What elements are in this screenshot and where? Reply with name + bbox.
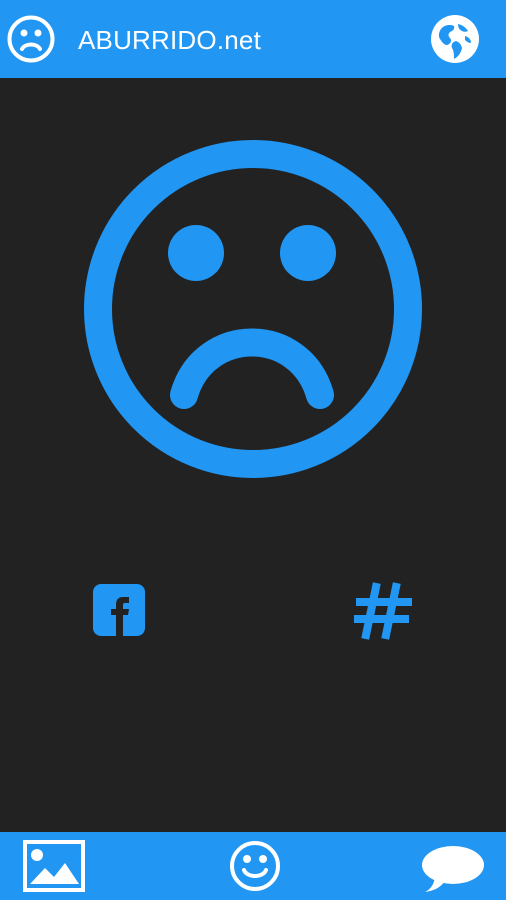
sad-face-icon bbox=[6, 14, 56, 64]
large-sad-face bbox=[84, 140, 422, 478]
chat-icon bbox=[422, 846, 484, 892]
top-app-bar: ABURRIDO.net bbox=[0, 0, 506, 78]
bottom-navigation bbox=[0, 832, 506, 900]
gallery-icon bbox=[23, 840, 85, 892]
globe-button[interactable] bbox=[430, 14, 480, 64]
app-screen: ABURRIDO.net bbox=[0, 0, 506, 900]
facebook-icon bbox=[93, 584, 145, 636]
smile-button[interactable] bbox=[228, 839, 282, 893]
hashtag-share-button[interactable] bbox=[354, 582, 412, 640]
smile-icon bbox=[230, 841, 280, 891]
globe-icon bbox=[431, 15, 479, 63]
chat-button[interactable] bbox=[420, 843, 486, 893]
app-title: ABURRIDO.net bbox=[78, 25, 262, 55]
main-content bbox=[0, 78, 506, 832]
gallery-button[interactable] bbox=[22, 839, 86, 893]
facebook-share-button[interactable] bbox=[93, 584, 145, 636]
sad-face-icon bbox=[84, 140, 422, 478]
hashtag-icon bbox=[354, 582, 412, 640]
